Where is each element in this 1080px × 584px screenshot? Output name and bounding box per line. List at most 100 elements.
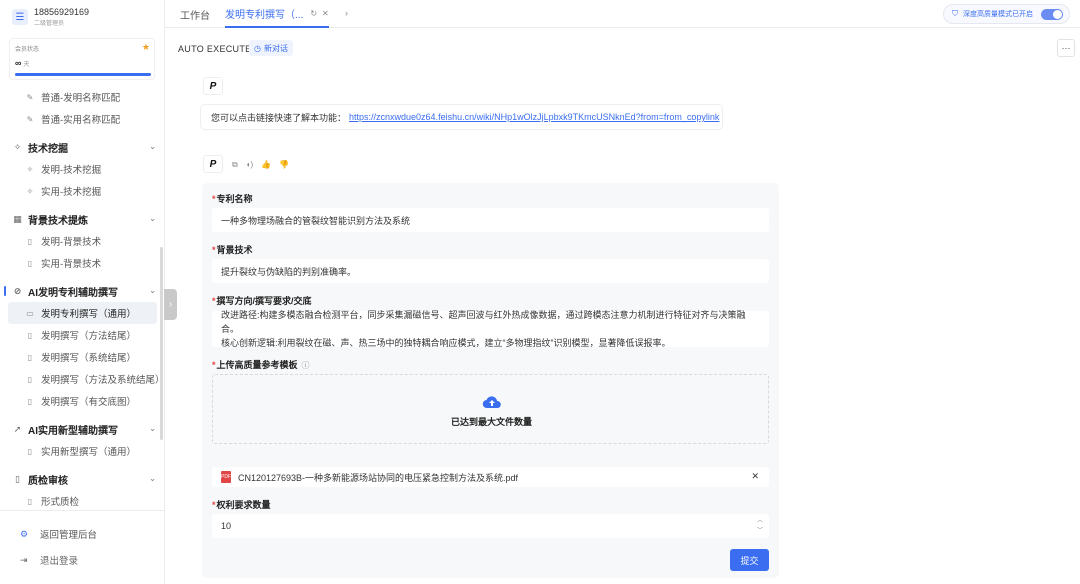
auto-execute-label: AUTO EXECUTE — [178, 44, 252, 54]
send-icon: ➚ — [13, 423, 22, 434]
chevron-down-icon: ﹀ — [756, 528, 763, 534]
document-icon: ▯ — [15, 473, 20, 484]
patent-name-label: *专利名称 — [212, 194, 253, 204]
crown-star-icon: ★ — [141, 42, 150, 52]
sidebar-section-tech-mining[interactable]: ✧ 技术挖掘 ⌄ — [0, 136, 165, 158]
deep-mode-toggle[interactable]: ⛉ 深度高质量模式已开启 — [943, 4, 1070, 24]
back-to-admin-button[interactable]: ⚙ 返回管理后台 — [20, 527, 97, 542]
sidebar-section-background[interactable]: ▦ 背景技术提炼 ⌄ — [0, 208, 165, 230]
clock-icon: ◷ — [254, 43, 261, 53]
tab-workbench[interactable]: 工作台 — [180, 0, 210, 28]
direction-line-1: 改进路径:构建多模态融合检测平台，同步采集漏磁信号、超声回波与红外热成像数据，通… — [221, 310, 746, 334]
background-label: *背景技术 — [212, 245, 253, 255]
sidebar-item-invention-tech-mining[interactable]: ✧ 发明-技术挖掘 — [0, 158, 165, 180]
grid-icon: ▦ — [13, 213, 22, 224]
copy-icon[interactable]: ⧉ — [232, 160, 238, 170]
member-remaining: ∞ 天 — [15, 58, 30, 68]
chevron-down-icon: ⌄ — [149, 474, 156, 483]
thumbs-up-icon[interactable]: 👍 — [261, 160, 271, 170]
help-icon: ⓘ — [301, 361, 310, 370]
feishu-doc-link[interactable]: https://zcnxwdue0z64.feishu.cn/wiki/NHp1… — [349, 112, 719, 122]
chevron-down-icon: ⌄ — [149, 214, 156, 223]
uploaded-file: PDF CN120127693B-一种多新能源场站协同的电压紧急控制方法及系统.… — [212, 467, 769, 487]
chevron-right-icon: › — [168, 299, 173, 310]
chevron-down-icon: ⌄ — [149, 142, 156, 151]
sidebar-section-ai-utility[interactable]: ➚ AI实用新型辅助撰写 ⌄ — [0, 418, 165, 440]
member-status-label: 会员状态 — [15, 47, 40, 53]
pdf-icon: PDF — [221, 471, 231, 483]
sidebar-item-utility-background[interactable]: ▯ 实用-背景技术 — [0, 252, 165, 274]
sidebar-section-quality[interactable]: ▯ 质检审核 ⌄ — [0, 468, 165, 490]
new-chat-button[interactable]: ◷ 新对话 — [249, 40, 293, 56]
member-progress-bar — [15, 73, 151, 76]
number-stepper[interactable]: ︿ ﹀ — [757, 516, 763, 536]
sparkle-icon: ✧ — [26, 186, 34, 196]
chevron-up-icon: ︿ — [756, 518, 763, 524]
link-icon: ⊘ — [13, 285, 22, 296]
sparkle-icon: ✧ — [26, 164, 34, 174]
upload-dropzone[interactable]: 已达到最大文件数量 — [212, 374, 769, 444]
document-icon: ▯ — [27, 236, 33, 246]
tab-invention-writing[interactable]: 发明专利撰写（... ↻ ✕ — [225, 0, 329, 28]
close-icon[interactable]: ✕ — [322, 9, 329, 18]
sidebar-item-invention-method-system[interactable]: ▯ 发明撰写（方法及系统结尾） — [0, 368, 165, 390]
message-actions: ⧉ ◖) 👍 👎 — [232, 160, 297, 170]
sidebar-item-format-check[interactable]: ▯ 形式质检 — [0, 490, 165, 512]
sidebar-collapse-handle[interactable]: › — [164, 289, 177, 320]
sidebar-nav: ✎ 普通-发明名称匹配 ✎ 普通-实用名称匹配 ✧ 技术挖掘 ⌄ ✧ 发明-技术挖掘 ✧ 实… — [0, 86, 165, 512]
member-progress-fill — [15, 73, 151, 76]
tab-bar: 工作台 发明专利撰写（... ↻ ✕ › ⛉ 深度高质量模式已开启 — [165, 0, 1080, 28]
member-status-card: 会员状态 ★ ∞ 天 — [9, 38, 155, 80]
chevron-down-icon: ⌄ — [149, 286, 156, 295]
sidebar-item-invention-system[interactable]: ▯ 发明撰写（系统结尾） — [0, 346, 165, 368]
user-role: 二级管理员 — [34, 21, 65, 27]
shield-icon: ⛉ — [952, 9, 958, 18]
sidebar-section-ai-invention[interactable]: ⊘ AI发明专利辅助撰写 ⌄ — [0, 280, 165, 302]
logout-button[interactable]: ⇥ 退出登录 — [20, 553, 78, 568]
chevron-down-icon: ⌄ — [149, 424, 156, 433]
user-avatar: ☰ — [12, 9, 28, 25]
document-icon: ▯ — [27, 446, 33, 456]
gear-icon: ⚙ — [20, 528, 29, 539]
sidebar-item-utility-name-match[interactable]: ✎ 普通-实用名称匹配 — [0, 108, 165, 130]
cloud-upload-icon — [482, 396, 501, 409]
sparkle-icon: ✧ — [13, 141, 22, 152]
claims-number-input[interactable]: 10 ︿ ﹀ — [212, 514, 769, 538]
upload-label: *上传高质量参考模板 ⓘ — [212, 360, 310, 370]
book-icon: ▭ — [26, 308, 34, 318]
sidebar-footer: ⚙ 返回管理后台 ⇥ 退出登录 — [0, 510, 165, 567]
uploaded-file-name: CN120127693B-一种多新能源场站协同的电压紧急控制方法及系统.pdf — [238, 472, 519, 483]
sidebar-item-invention-name-match[interactable]: ✎ 普通-发明名称匹配 — [0, 86, 165, 108]
document-icon: ▯ — [27, 258, 33, 268]
pen-icon: ✎ — [26, 114, 34, 124]
sidebar: ☰ 18856929169 二级管理员 会员状态 ★ ∞ 天 ✎ 普通-发明名称匹配… — [0, 0, 165, 584]
document-icon: ▯ — [27, 396, 33, 406]
sidebar-item-utility-general[interactable]: ▯ 实用新型撰写（通用） — [0, 440, 165, 462]
bot-avatar: P — [203, 77, 223, 95]
document-icon: ▯ — [27, 496, 33, 506]
deep-mode-switch[interactable] — [1041, 8, 1063, 20]
background-input[interactable]: 提升裂纹与伪缺陷的判别准确率。 — [212, 259, 769, 283]
sidebar-item-invention-general[interactable]: ▭ 发明专利撰写（通用） — [8, 302, 157, 324]
submit-button[interactable]: 提交 — [730, 549, 769, 571]
claims-label: *权利要求数量 — [212, 500, 271, 510]
document-icon: ▯ — [27, 352, 33, 362]
speaker-icon[interactable]: ◖) — [246, 160, 254, 170]
sidebar-item-utility-tech-mining[interactable]: ✧ 实用-技术挖掘 — [0, 180, 165, 202]
direction-textarea[interactable]: 改进路径:构建多模态融合检测平台，同步采集漏磁信号、超声回波与红外热成像数据，通… — [212, 310, 769, 348]
direction-line-2: 核心创新逻辑:利用裂纹在磁、声、热三场中的独特耦合响应模式，建立“多物理指纹”识… — [221, 338, 671, 348]
sidebar-item-invention-method[interactable]: ▯ 发明撰写（方法结尾） — [0, 324, 165, 346]
patent-form: *专利名称 一种多物理场融合的管裂纹智能识别方法及系统 *背景技术 提升裂纹与伪… — [202, 183, 779, 578]
sidebar-item-invention-background[interactable]: ▯ 发明-背景技术 — [0, 230, 165, 252]
remove-file-icon[interactable]: ✕ — [751, 471, 759, 482]
logout-icon: ⇥ — [20, 554, 28, 565]
refresh-icon[interactable]: ↻ — [310, 9, 317, 18]
patent-name-input[interactable]: 一种多物理场融合的管裂纹智能识别方法及系统 — [212, 208, 769, 232]
thumbs-down-icon[interactable]: 👎 — [279, 160, 289, 170]
sidebar-item-invention-with-figure[interactable]: ▯ 发明撰写（有交底图） — [0, 390, 165, 412]
sidebar-scrollbar[interactable] — [160, 247, 163, 440]
bot-avatar: P — [203, 155, 223, 173]
more-options-button[interactable]: ··· — [1057, 39, 1075, 57]
user-info[interactable]: ☰ 18856929169 二级管理员 — [12, 7, 89, 27]
tab-scroll-right-icon[interactable]: › — [345, 8, 348, 18]
